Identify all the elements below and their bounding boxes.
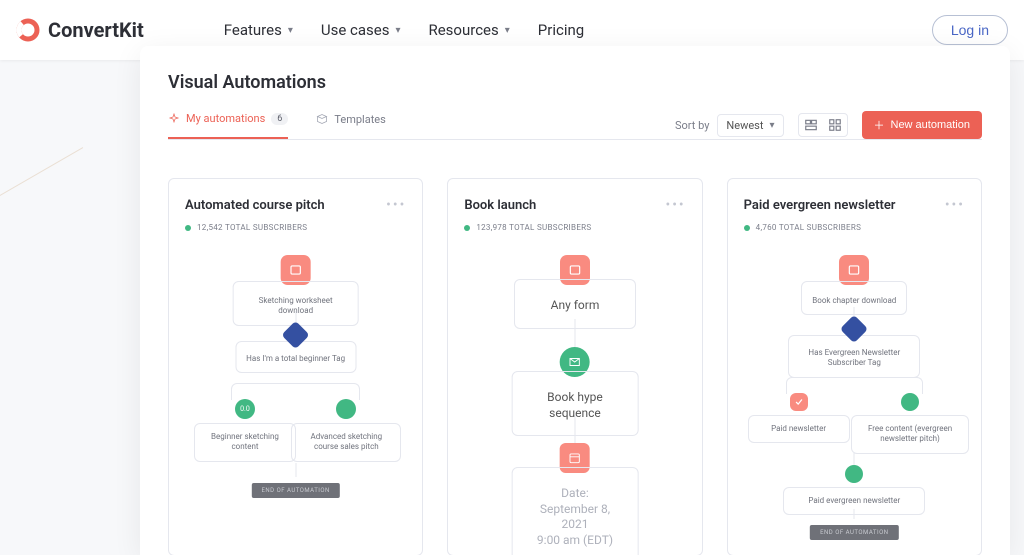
tab-label: My automations — [186, 112, 265, 125]
plus-icon: ＋ — [874, 117, 885, 133]
no-node-icon — [336, 399, 356, 419]
nav-use-cases[interactable]: Use cases▾ — [321, 21, 401, 39]
tab-bar: My automations 6 Templates Sort by Newes… — [168, 111, 982, 140]
status-dot-icon — [744, 225, 750, 231]
card-menu-button[interactable]: ••• — [665, 197, 685, 213]
automation-card[interactable]: Book launch ••• 123,978 TOTAL SUBSCRIBER… — [447, 178, 702, 555]
card-title: Book launch — [464, 198, 536, 213]
subscriber-count: 12,542 TOTAL SUBSCRIBERS — [197, 223, 307, 232]
new-automation-button[interactable]: ＋ New automation — [862, 111, 983, 139]
view-toggle — [798, 113, 848, 137]
automation-cards: Automated course pitch ••• 12,542 TOTAL … — [168, 178, 982, 555]
sort-dropdown[interactable]: Newest ▾ — [717, 114, 783, 137]
card-menu-button[interactable]: ••• — [386, 197, 406, 213]
flow-node-label: Date: September 8, 2021 — [533, 486, 618, 533]
subscriber-count: 4,760 TOTAL SUBSCRIBERS — [756, 223, 862, 232]
automation-card[interactable]: Paid evergreen newsletter ••• 4,760 TOTA… — [727, 178, 982, 555]
flow-preview: Sketching worksheet download Has I'm a t… — [169, 255, 422, 545]
status-dot-icon — [185, 225, 191, 231]
card-title: Automated course pitch — [185, 198, 325, 213]
chevron-down-icon: ▾ — [505, 25, 510, 36]
yes-node-icon — [790, 393, 808, 411]
flow-node-sublabel: 9:00 am (EDT) — [533, 533, 618, 549]
card-menu-button[interactable]: ••• — [945, 197, 965, 213]
flow-preview: Any form Book hype sequence Date: Septem… — [448, 255, 701, 545]
tab-label: Templates — [334, 113, 385, 126]
app-panel: Visual Automations My automations 6 Temp… — [140, 46, 1010, 555]
toolbar-controls: Sort by Newest ▾ ＋ New automation — [675, 111, 982, 139]
sequence-node-icon — [845, 465, 863, 483]
card-title: Paid evergreen newsletter — [744, 198, 896, 213]
nav-resources[interactable]: Resources▾ — [428, 21, 509, 39]
flow-preview: Book chapter download Has Evergreen News… — [728, 255, 981, 545]
nav-links: Features▾ Use cases▾ Resources▾ Pricing — [224, 21, 584, 39]
end-node: END OF AUTOMATION — [810, 525, 898, 540]
flow-node-label: Beginner sketching content — [194, 423, 296, 462]
brand-logo[interactable]: ConvertKit — [16, 18, 144, 42]
tab-count-badge: 6 — [271, 113, 288, 125]
end-node: END OF AUTOMATION — [251, 483, 339, 498]
flow-node-label: Paid newsletter — [748, 415, 850, 443]
new-button-label: New automation — [891, 119, 971, 131]
box-icon — [316, 113, 328, 125]
tab-templates[interactable]: Templates — [316, 113, 385, 138]
subscriber-count: 123,978 TOTAL SUBSCRIBERS — [476, 223, 591, 232]
yes-node-icon: 0.0 — [235, 399, 255, 419]
sort-control: Sort by Newest ▾ — [675, 114, 784, 137]
nav-pricing[interactable]: Pricing — [538, 21, 584, 39]
logo-mark-icon — [16, 18, 40, 42]
automation-card[interactable]: Automated course pitch ••• 12,542 TOTAL … — [168, 178, 423, 555]
status-dot-icon — [464, 225, 470, 231]
spark-icon — [168, 113, 180, 125]
sort-label: Sort by — [675, 119, 709, 132]
chevron-down-icon: ▾ — [288, 25, 293, 36]
view-list-button[interactable] — [799, 114, 823, 136]
view-grid-button[interactable] — [823, 114, 847, 136]
chevron-down-icon: ▾ — [769, 120, 774, 131]
nav-features[interactable]: Features▾ — [224, 21, 293, 39]
page-title: Visual Automations — [168, 72, 982, 93]
chevron-down-icon: ▾ — [395, 25, 400, 36]
no-node-icon — [901, 393, 919, 411]
flow-node-label: Free content (evergreen newsletter pitch… — [851, 415, 969, 454]
flow-node-label: Advanced sketching course sales pitch — [291, 423, 401, 462]
tab-my-automations[interactable]: My automations 6 — [168, 112, 288, 139]
brand-name: ConvertKit — [48, 18, 144, 42]
sort-value: Newest — [726, 119, 763, 132]
login-button[interactable]: Log in — [932, 15, 1008, 45]
